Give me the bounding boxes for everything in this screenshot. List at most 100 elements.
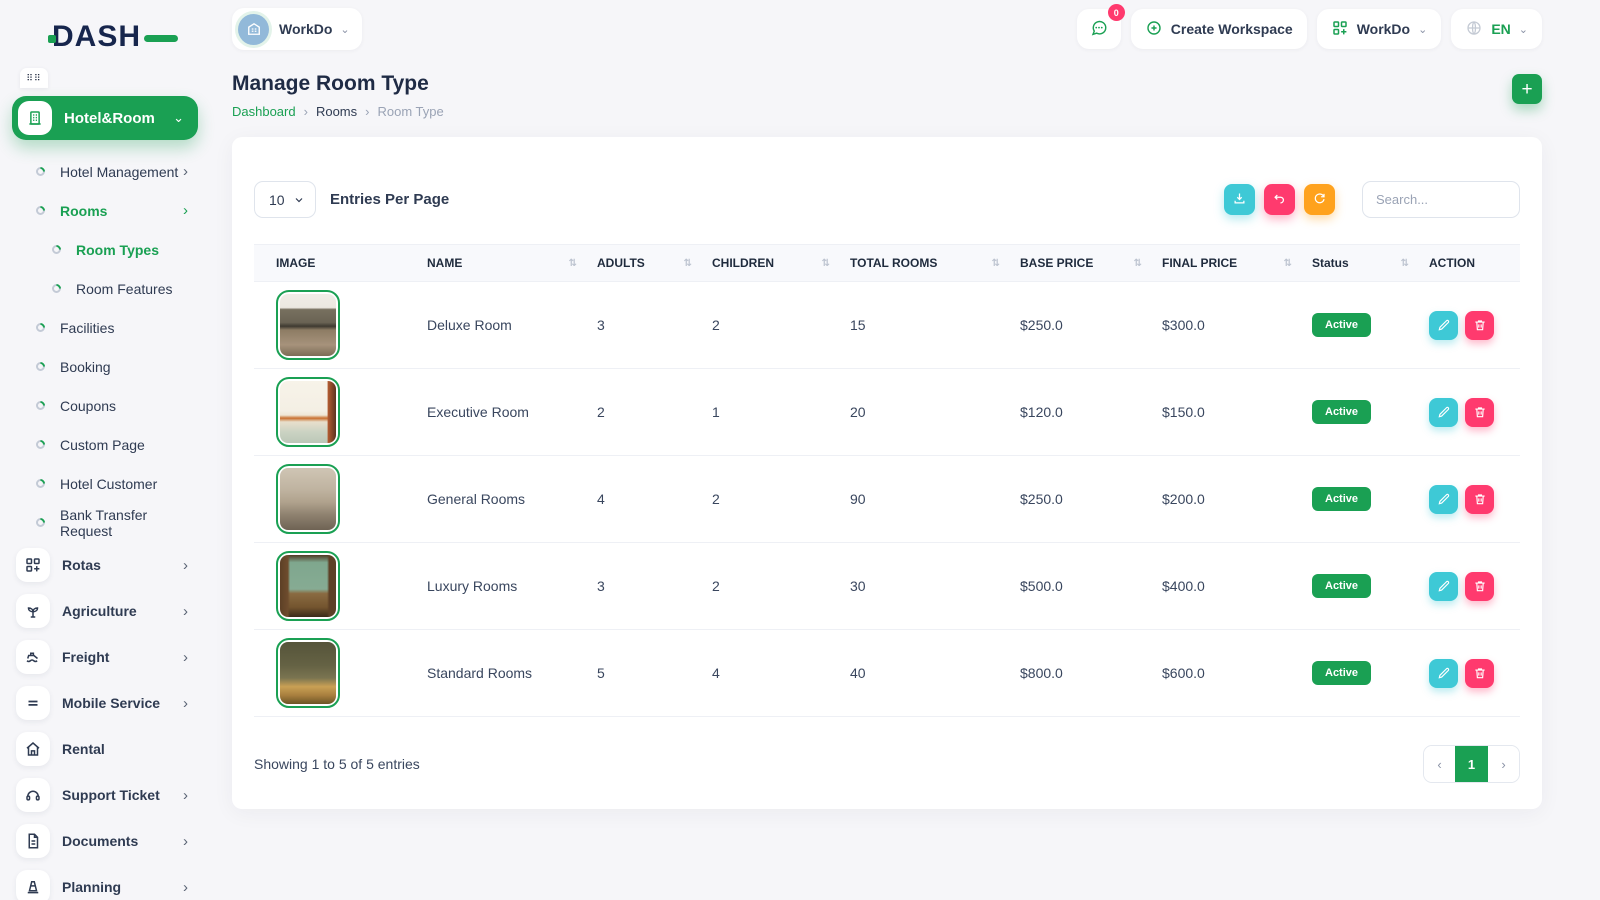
sidebar-item-documents[interactable]: Documents› (0, 818, 210, 864)
showing-entries-text: Showing 1 to 5 of 5 entries (254, 756, 420, 772)
sidebar-item-label: Support Ticket (62, 787, 183, 803)
pagination-next-button[interactable]: › (1488, 746, 1519, 782)
workspace-name: WorkDo (279, 21, 332, 37)
sidebar-item-rental[interactable]: Rental (0, 726, 210, 772)
sidebar-item-hotel-customer[interactable]: Hotel Customer (0, 464, 210, 503)
column-header-action[interactable]: ACTION (1419, 245, 1520, 282)
pagination: ‹ 1 › (1423, 745, 1520, 783)
sidebar-item-label: Hotel Customer (60, 476, 188, 492)
workspace-selector[interactable]: WorkDo ⌄ (232, 8, 362, 50)
delete-button[interactable] (1465, 572, 1494, 601)
edit-button[interactable] (1429, 398, 1458, 427)
pagination-prev-button[interactable]: ‹ (1424, 746, 1455, 782)
table-row: General Rooms4290$250.0$200.0Active (254, 456, 1520, 543)
sidebar-item-rotas[interactable]: Rotas› (0, 542, 210, 588)
sidebar-item-custom-page[interactable]: Custom Page (0, 425, 210, 464)
column-header-label: NAME (427, 256, 462, 270)
sidebar-item-agriculture[interactable]: Agriculture› (0, 588, 210, 634)
sidebar-item-support-ticket[interactable]: Support Ticket› (0, 772, 210, 818)
sidebar-item-freight[interactable]: Freight› (0, 634, 210, 680)
sidebar-item-label: Room Features (76, 281, 188, 297)
sidebar-item-label: Documents (62, 833, 183, 849)
sort-icon[interactable]: ⇅ (684, 258, 692, 269)
column-header-total-rooms[interactable]: TOTAL ROOMS⇅ (840, 245, 1010, 282)
sort-icon[interactable]: ⇅ (1284, 258, 1292, 269)
sort-icon[interactable]: ⇅ (992, 258, 1000, 269)
cell-final-price: $600.0 (1152, 630, 1302, 717)
sidebar-item-bank-transfer-request[interactable]: Bank Transfer Request (0, 503, 210, 542)
column-header-children[interactable]: CHILDREN⇅ (702, 245, 840, 282)
cell-status: Active (1302, 456, 1419, 543)
room-type-card: 10 Entries Per Page (232, 137, 1542, 809)
delete-button[interactable] (1465, 485, 1494, 514)
edit-button[interactable] (1429, 485, 1458, 514)
cell-actions (1419, 369, 1520, 456)
sidebar-item-hotel-management[interactable]: Hotel Management› (0, 152, 210, 191)
undo-button[interactable] (1264, 184, 1295, 215)
column-header-label: BASE PRICE (1020, 256, 1093, 270)
final-price: $400.0 (1162, 578, 1205, 594)
breadcrumb-separator: › (365, 104, 369, 119)
sort-icon[interactable]: ⇅ (822, 258, 830, 269)
sidebar-item-room-features[interactable]: Room Features (0, 269, 210, 308)
cell-base-price: $250.0 (1010, 282, 1152, 369)
edit-button[interactable] (1429, 659, 1458, 688)
sidebar-item-coupons[interactable]: Coupons (0, 386, 210, 425)
sidebar-item-facilities[interactable]: Facilities (0, 308, 210, 347)
workdo-menu-button[interactable]: WorkDo ⌄ (1317, 9, 1442, 49)
column-header-name[interactable]: NAME ⇅ (417, 245, 587, 282)
column-header-status[interactable]: Status⇅ (1302, 245, 1419, 282)
cell-children-count: 2 (702, 282, 840, 369)
delete-button[interactable] (1465, 311, 1494, 340)
chevron-right-icon: › (183, 787, 188, 804)
delete-button[interactable] (1465, 659, 1494, 688)
luxury-room-photo (276, 551, 340, 621)
room-type-table: IMAGENAME⇅ADULTS⇅CHILDREN⇅TOTAL ROOMS⇅BA… (254, 244, 1520, 717)
messages-button[interactable]: 0 (1077, 9, 1121, 49)
sidebar-item-label: Room Types (76, 242, 188, 258)
headset-icon (16, 778, 50, 812)
adults-count: 3 (597, 317, 605, 333)
sidebar-item-label: Coupons (60, 398, 188, 414)
column-header-adults[interactable]: ADULTS⇅ (587, 245, 702, 282)
column-header-base-price[interactable]: BASE PRICE ⇅ (1010, 245, 1152, 282)
sidebar-item-mobile-service[interactable]: Mobile Service› (0, 680, 210, 726)
children-count: 4 (712, 665, 720, 681)
pagination-page-1[interactable]: 1 (1455, 746, 1488, 782)
entries-per-page-select[interactable]: 10 (254, 181, 316, 218)
sort-icon[interactable]: ⇅ (1134, 258, 1142, 269)
breadcrumb-item-rooms[interactable]: Rooms (316, 104, 357, 119)
room-image-cell (254, 456, 417, 543)
sidebar-collapse-toggle-icon[interactable]: ⠿⠿ (20, 68, 48, 88)
search-input[interactable] (1362, 181, 1520, 218)
refresh-button[interactable] (1304, 184, 1335, 215)
chevron-down-icon: ⌄ (1418, 23, 1427, 36)
grid-plus-icon (1331, 19, 1349, 40)
create-workspace-button[interactable]: Create Workspace (1131, 9, 1307, 49)
sidebar-item-planning[interactable]: Planning› (0, 864, 210, 900)
breadcrumb: Dashboard›Rooms›Room Type (232, 104, 444, 119)
table-footer: Showing 1 to 5 of 5 entries ‹ 1 › (254, 745, 1520, 783)
sidebar-item-booking[interactable]: Booking (0, 347, 210, 386)
export-button[interactable] (1224, 184, 1255, 215)
sort-icon[interactable]: ⇅ (1401, 258, 1409, 269)
add-room-type-button[interactable]: + (1512, 74, 1542, 104)
total-rooms-count: 15 (850, 317, 866, 333)
column-header-final-price[interactable]: FINAL PRICE⇅ (1152, 245, 1302, 282)
circle-bullet-icon (34, 438, 47, 451)
delete-button[interactable] (1465, 398, 1494, 427)
sort-icon[interactable]: ⇅ (569, 258, 577, 269)
breadcrumb-item-room-type: Room Type (377, 104, 443, 119)
sidebar-item-room-types[interactable]: Room Types (0, 230, 210, 269)
breadcrumb-item-dashboard[interactable]: Dashboard (232, 104, 296, 119)
edit-button[interactable] (1429, 572, 1458, 601)
room-image-cell (254, 369, 417, 456)
edit-button[interactable] (1429, 311, 1458, 340)
ship-icon (16, 640, 50, 674)
sidebar-item-rooms[interactable]: Rooms› (0, 191, 210, 230)
circle-bullet-icon (50, 243, 63, 256)
column-header-image[interactable]: IMAGE (254, 245, 417, 282)
sidebar-group-hotel-room[interactable]: Hotel&Room ⌄ (12, 96, 198, 140)
sidebar: DASH ⠿⠿ Hotel&Room ⌄ Hotel Management›Ro… (0, 0, 210, 900)
language-selector[interactable]: EN ⌄ (1451, 9, 1542, 49)
